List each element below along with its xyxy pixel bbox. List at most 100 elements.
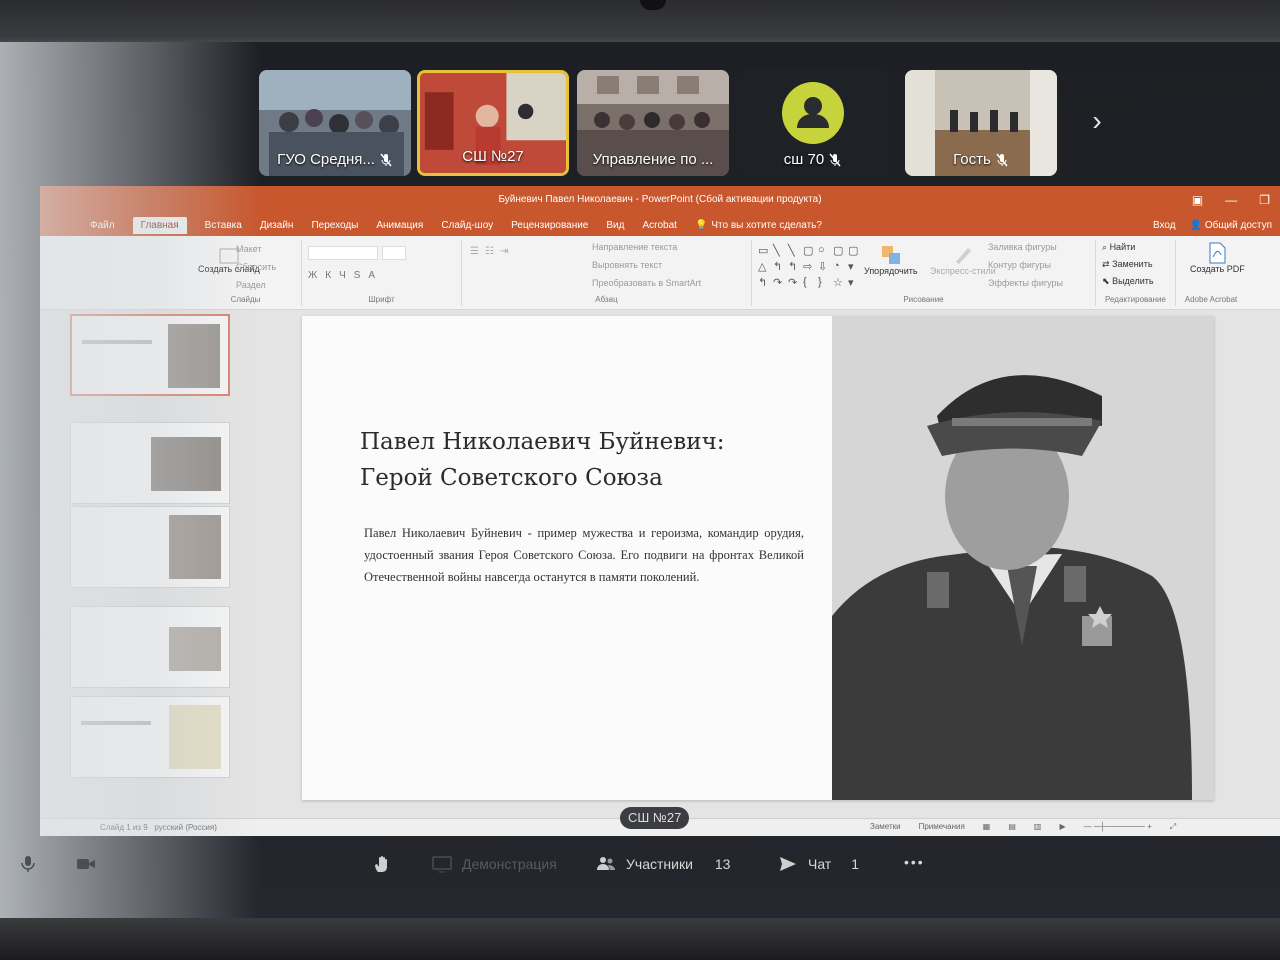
create-pdf-button[interactable]: Создать PDF xyxy=(1190,242,1245,274)
notes-button[interactable]: Заметки xyxy=(870,822,901,832)
bullets-icon[interactable]: ☰ xyxy=(470,246,479,257)
chevron-right-icon[interactable]: › xyxy=(1085,106,1109,136)
comments-button[interactable]: Примечания xyxy=(919,822,965,832)
ribbon-display-icon[interactable]: ▣ xyxy=(1192,193,1203,207)
tab-file[interactable]: Файл xyxy=(90,220,115,231)
chat-count: 1 xyxy=(851,856,860,872)
mic-off-icon xyxy=(380,153,392,166)
microphone-icon xyxy=(21,856,35,872)
minimize-icon[interactable]: — xyxy=(1225,193,1237,207)
tab-view[interactable]: Вид xyxy=(606,220,624,231)
slide-counter-text: Слайд 1 из 9 xyxy=(100,823,148,832)
chat-button[interactable]: Чат 1 xyxy=(778,854,859,874)
tab-home[interactable]: Главная xyxy=(132,216,187,234)
align-text-button[interactable]: Выровнять текст xyxy=(592,260,701,270)
reading-view-icon[interactable]: ▥ xyxy=(1034,822,1042,832)
tab-design[interactable]: Дизайн xyxy=(260,220,294,231)
reset-button[interactable]: Сбросить xyxy=(236,262,276,272)
paragraph-row: ☰ ☷ ⇥ xyxy=(470,246,508,257)
tab-insert[interactable]: Вставка xyxy=(205,220,242,231)
arrange-icon xyxy=(881,246,900,264)
powerpoint-window: Буйневич Павел Николаевич - PowerPoint (… xyxy=(40,186,1280,836)
shape-format-options: Заливка фигуры Контур фигуры Эффекты фиг… xyxy=(988,242,1063,288)
maximize-icon[interactable]: ❐ xyxy=(1259,193,1270,207)
italic-icon[interactable]: К xyxy=(325,270,331,281)
participant-name-row: Управление по ... xyxy=(577,151,729,168)
editing-options: ⌕ Найти ⇄ Заменить ⬉ Выделить xyxy=(1102,242,1154,287)
ribbon-group-font: ЖКЧSA Шрифт xyxy=(302,240,462,306)
chat-label: Чат xyxy=(808,856,832,872)
tab-acrobat[interactable]: Acrobat xyxy=(642,220,676,231)
participant-tile-active[interactable]: СШ №27 xyxy=(417,70,569,176)
participant-tile[interactable]: ГУО Средня... xyxy=(259,70,411,176)
participants-button[interactable]: Участники 13 xyxy=(596,854,730,874)
slide-body-text: Павел Николаевич Буйневич - пример мужес… xyxy=(364,526,804,584)
lightbulb-icon: 💡 xyxy=(694,219,708,231)
font-format-row: ЖКЧSA xyxy=(308,270,375,281)
shape-outline-button[interactable]: Контур фигуры xyxy=(988,260,1063,270)
font-color-icon[interactable]: A xyxy=(368,270,375,281)
slide-thumbnail[interactable] xyxy=(70,314,230,396)
participant-tile[interactable]: Гость xyxy=(905,70,1057,176)
slide-thumbnail[interactable] xyxy=(70,422,230,504)
replace-button[interactable]: ⇄ Заменить xyxy=(1102,259,1154,270)
share-button[interactable]: 👤 Общий доступ xyxy=(1190,220,1272,231)
shapes-gallery[interactable]: ▭ ╲ ╲ ▢ ○ ▢ ▢ △ ↰ ↰ ⇨ ⇩ ◔ ▾ ↰ ↷ ↷{} ☆ ▾ xyxy=(758,244,858,289)
slide-thumbnail[interactable] xyxy=(70,506,230,588)
normal-view-icon[interactable]: ▦ xyxy=(983,822,991,832)
hero-portrait-photo xyxy=(832,316,1214,800)
tab-slideshow[interactable]: Слайд-шоу xyxy=(441,220,493,231)
participant-tile[interactable]: Управление по ... xyxy=(577,70,729,176)
sorter-view-icon[interactable]: ▤ xyxy=(1008,822,1016,832)
tab-review[interactable]: Рецензирование xyxy=(511,220,588,231)
shape-fill-button[interactable]: Заливка фигуры xyxy=(988,242,1063,252)
participant-tile[interactable]: сш 70 xyxy=(737,70,889,176)
screen-share-button[interactable]: Демонстрация xyxy=(432,854,557,874)
ribbon-group-acrobat: Создать PDF Adobe Acrobat xyxy=(1176,240,1246,306)
language-indicator[interactable]: русский (Россия) xyxy=(154,823,217,832)
indent-icon[interactable]: ⇥ xyxy=(500,246,508,257)
officer-portrait xyxy=(832,316,1214,800)
participant-name-row: СШ №27 xyxy=(420,148,566,165)
tell-me-box[interactable]: 💡 Что вы хотите сделать? xyxy=(695,220,822,231)
current-slide[interactable]: Павел Николаевич Буйневич: Герой Советск… xyxy=(302,316,1214,800)
font-name-input[interactable] xyxy=(308,246,378,260)
find-button[interactable]: ⌕ Найти xyxy=(1102,242,1154,253)
quick-styles-button[interactable]: Экспресс-стили xyxy=(930,244,996,276)
camera-icon xyxy=(77,859,95,869)
numbering-icon[interactable]: ☷ xyxy=(485,246,494,257)
strike-icon[interactable]: S xyxy=(354,270,361,281)
meeting-toolbar: Демонстрация Участники 13 Чат 1 ••• xyxy=(0,842,1280,892)
zoom-slider[interactable]: — ─┼─────── + xyxy=(1084,822,1152,832)
shape-effects-button[interactable]: Эффекты фигуры xyxy=(988,278,1063,288)
slide-thumbnail[interactable] xyxy=(70,696,230,778)
microphone-button[interactable] xyxy=(18,854,38,874)
underline-icon[interactable]: Ч xyxy=(339,270,346,281)
section-button[interactable]: Раздел xyxy=(236,280,276,290)
camera-button[interactable] xyxy=(76,854,96,874)
layout-button[interactable]: Макет xyxy=(236,244,276,254)
participant-name-row: Гость xyxy=(905,151,1057,168)
slide-thumbnail[interactable] xyxy=(70,606,230,688)
bold-icon[interactable]: Ж xyxy=(308,270,317,281)
share-label: Общий доступ xyxy=(1204,219,1272,231)
slides-caption: Слайды xyxy=(230,295,261,304)
quick-styles-icon xyxy=(955,248,971,264)
smartart-button[interactable]: Преобразовать в SmartArt xyxy=(592,278,701,288)
select-button[interactable]: ⬉ Выделить xyxy=(1102,276,1154,287)
participants-icon xyxy=(597,857,615,870)
fit-slide-icon[interactable]: ⤢ xyxy=(1170,822,1176,832)
tab-transitions[interactable]: Переходы xyxy=(311,220,358,231)
participants-strip: ГУО Средня... СШ №27 Управление по ... с… xyxy=(255,70,1155,180)
tab-animation[interactable]: Анимация xyxy=(376,220,423,231)
slide-title-line: Павел Николаевич Буйневич: xyxy=(360,429,725,455)
text-direction-button[interactable]: Направление текста xyxy=(592,242,701,252)
more-button[interactable]: ••• xyxy=(904,854,925,870)
raise-hand-button[interactable] xyxy=(372,854,392,874)
sign-in-link[interactable]: Вход xyxy=(1153,220,1176,231)
slideshow-view-icon[interactable]: ▶ xyxy=(1059,822,1065,832)
font-size-input[interactable] xyxy=(382,246,406,260)
ribbon-group-editing: ⌕ Найти ⇄ Заменить ⬉ Выделить Редактиров… xyxy=(1096,240,1176,306)
arrange-button[interactable]: Упорядочить xyxy=(864,244,918,276)
pdf-icon xyxy=(1209,242,1226,264)
